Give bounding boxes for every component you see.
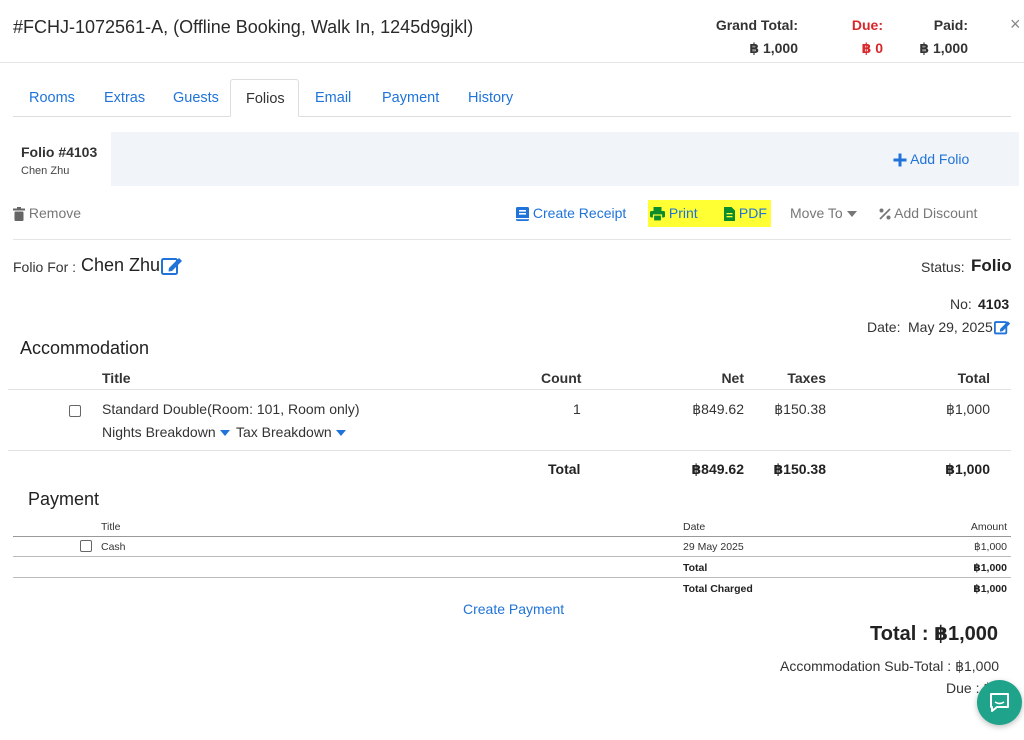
grand-total-value: ฿ 1,000 <box>749 40 798 56</box>
actions-divider <box>13 239 1011 240</box>
close-icon[interactable]: × <box>1010 14 1021 35</box>
edit-date-icon[interactable] <box>994 318 1011 335</box>
acc-total-taxes: ฿150.38 <box>773 461 826 477</box>
pay-total-value: ฿1,000 <box>973 562 1007 574</box>
room-net: ฿849.62 <box>692 401 744 417</box>
pay-col-title: Title <box>101 521 121 533</box>
pdf-file-icon <box>724 205 739 222</box>
remove-label: Remove <box>28 205 82 221</box>
pay-header-divider <box>13 536 1011 537</box>
status-label: Status: <box>921 259 965 275</box>
edit-icon[interactable] <box>161 255 183 276</box>
percent-icon <box>879 205 894 221</box>
create-receipt-label: Create Receipt <box>532 205 627 221</box>
pay-row-divider <box>13 556 1011 557</box>
room-count: 1 <box>573 401 581 417</box>
payment-title: Cash <box>101 541 126 553</box>
print-label: Print <box>668 205 698 221</box>
payment-section-title: Payment <box>28 489 100 509</box>
paid-label: Paid: <box>933 17 968 33</box>
printer-icon <box>650 205 669 222</box>
move-to-dropdown[interactable]: Move To <box>790 205 857 221</box>
col-total: Total <box>957 370 990 386</box>
folio-grand-total: Total : ฿1,000 <box>870 623 999 645</box>
folio-tab-guest: Chen Zhu <box>21 165 70 177</box>
tax-breakdown-label: Tax Breakdown <box>236 424 332 440</box>
acc-total-amount: ฿1,000 <box>945 461 990 477</box>
caret-down-icon <box>219 424 230 440</box>
payment-amount: ฿1,000 <box>974 541 1007 553</box>
room-taxes: ฿150.38 <box>774 401 826 417</box>
chat-launcher-button[interactable] <box>977 680 1022 725</box>
pay-col-amount: Amount <box>970 521 1007 533</box>
pay-col-date: Date <box>683 521 706 533</box>
create-payment-link[interactable]: Create Payment <box>463 601 564 617</box>
col-title: Title <box>102 370 131 386</box>
add-folio-button[interactable]: Add Folio <box>893 151 969 167</box>
nights-breakdown-toggle[interactable]: Nights Breakdown <box>102 424 230 440</box>
remove-button[interactable]: Remove <box>13 205 82 222</box>
nights-breakdown-label: Nights Breakdown <box>102 424 216 440</box>
payment-checkbox[interactable] <box>80 540 92 552</box>
folio-tabs-bar <box>111 132 1019 186</box>
folio-tab-number[interactable]: Folio #4103 <box>21 144 97 160</box>
accommodation-subtotal: Accommodation Sub-Total : ฿1,000 <box>780 658 1000 674</box>
tab-history[interactable]: History <box>453 79 528 117</box>
move-to-label: Move To <box>790 205 843 221</box>
folio-no-label: No: <box>950 296 972 312</box>
status-value: Folio <box>971 256 1012 275</box>
pdf-button[interactable]: PDF <box>724 205 767 222</box>
tab-extras[interactable]: Extras <box>89 79 160 117</box>
folio-for-name: Chen Zhu <box>81 255 161 275</box>
folio-no-value: 4103 <box>978 296 1010 312</box>
grand-total-label: Grand Total: <box>715 17 798 33</box>
acc-total-label: Total <box>548 461 581 477</box>
pay-total-charged-value: ฿1,000 <box>973 583 1007 595</box>
paid-value: ฿ 1,000 <box>919 40 968 56</box>
caret-down-icon <box>846 205 857 221</box>
payment-date: 29 May 2025 <box>683 541 744 553</box>
plus-icon <box>893 151 910 167</box>
col-count: Count <box>541 370 582 386</box>
create-receipt-button[interactable]: Create Receipt <box>516 205 627 222</box>
add-folio-label: Add Folio <box>910 151 970 167</box>
folio-date-value: May 29, 2025 <box>908 319 993 335</box>
caret-down-icon <box>335 424 346 440</box>
room-title: Standard Double(Room: 101, Room only) <box>102 401 360 417</box>
row-checkbox[interactable] <box>69 405 81 417</box>
tab-email[interactable]: Email <box>300 79 366 117</box>
tab-folios[interactable]: Folios <box>230 79 299 117</box>
accommodation-section-title: Accommodation <box>20 338 150 358</box>
add-discount-label: Add Discount <box>894 205 978 221</box>
tab-guests[interactable]: Guests <box>158 79 234 117</box>
tab-rooms[interactable]: Rooms <box>14 79 90 117</box>
pdf-label: PDF <box>738 205 767 221</box>
tab-payment[interactable]: Payment <box>367 79 454 117</box>
due-label: Due: <box>851 17 883 33</box>
pay-total-divider <box>13 577 1011 578</box>
folio-for-label: Folio For : <box>13 259 77 275</box>
chat-bubble-icon <box>989 692 1010 713</box>
receipt-book-icon <box>516 205 533 222</box>
header-divider <box>0 62 1024 63</box>
due-value: ฿ 0 <box>861 40 883 56</box>
tax-breakdown-toggle[interactable]: Tax Breakdown <box>236 424 346 440</box>
add-discount-button[interactable]: Add Discount <box>879 205 977 221</box>
col-net: Net <box>721 370 744 386</box>
col-taxes: Taxes <box>787 370 826 386</box>
booking-title: #FCHJ-1072561-A, (Offline Booking, Walk … <box>13 17 474 37</box>
pay-total-label: Total <box>683 562 708 574</box>
acc-total-net: ฿849.62 <box>691 461 744 477</box>
trash-icon <box>13 205 29 222</box>
pay-total-charged-label: Total Charged <box>683 583 753 595</box>
folio-date-label: Date: <box>867 319 901 335</box>
acc-row-divider <box>8 450 1011 451</box>
print-button[interactable]: Print <box>650 205 698 222</box>
acc-header-divider <box>8 389 1011 390</box>
room-total: ฿1,000 <box>946 401 990 417</box>
